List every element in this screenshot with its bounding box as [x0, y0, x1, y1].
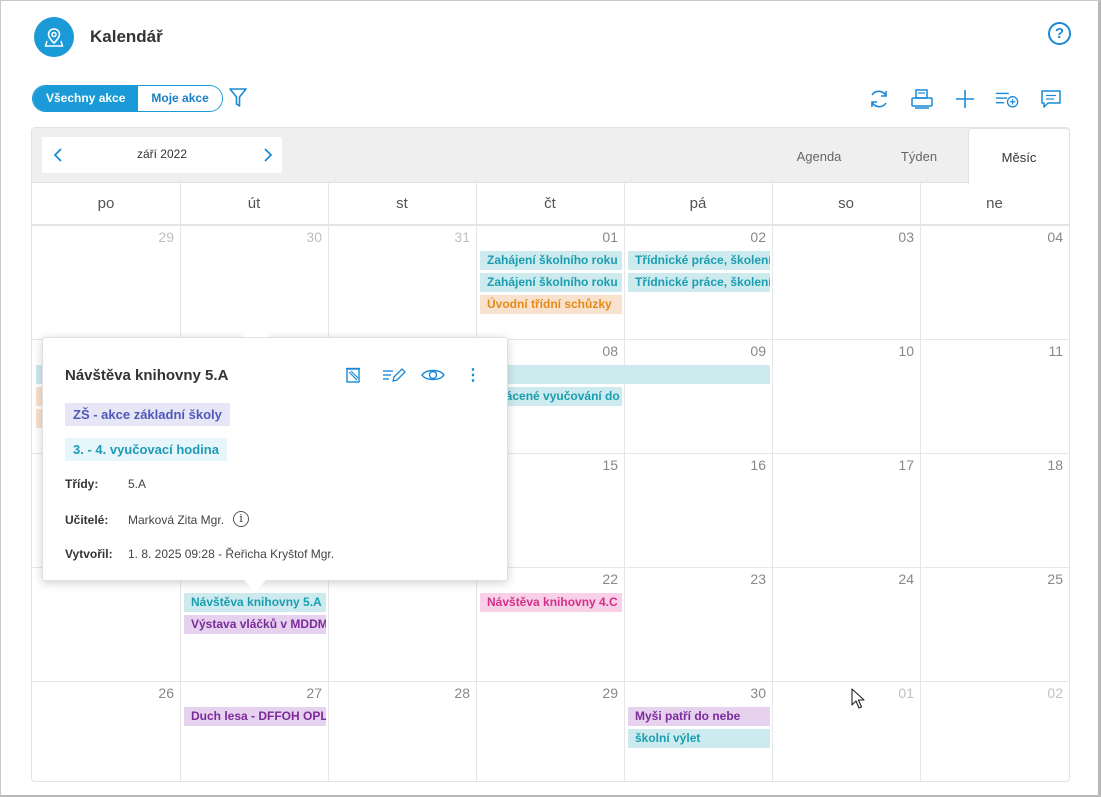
weekday-header: ne — [920, 183, 1069, 225]
weekday-header: po — [32, 183, 180, 225]
tab-month[interactable]: Měsíc — [968, 128, 1070, 184]
created-label: Vytvořil: — [65, 547, 113, 561]
day-number[interactable]: 08 — [588, 343, 618, 359]
tab-week[interactable]: Týden — [869, 128, 969, 183]
event-time-tag: 3. - 4. vyučovací hodina — [65, 438, 227, 461]
teachers-label: Učitelé: — [65, 513, 109, 527]
day-number[interactable]: 30 — [736, 685, 766, 701]
weekday-header: pá — [624, 183, 772, 225]
month-label: září 2022 — [136, 147, 188, 161]
event-title: Návštěva knihovny 5.A — [65, 367, 229, 384]
grid-line — [772, 183, 773, 781]
teachers-value: Marková Zita Mgr. — [128, 513, 225, 527]
event-scope-toggle: Všechny akce Moje akce — [32, 85, 223, 112]
popup-pointer — [244, 580, 266, 592]
refresh-icon[interactable] — [866, 86, 892, 112]
calendar-event[interactable]: Úvodní třídní schůzky — [480, 295, 622, 314]
day-number[interactable]: 23 — [736, 571, 766, 587]
classes-label: Třídy: — [65, 477, 99, 491]
day-number[interactable]: 16 — [736, 457, 766, 473]
day-number[interactable]: 02 — [736, 229, 766, 245]
calendar-event[interactable]: Návštěva knihovny 4.C — [480, 593, 622, 612]
page-title: Kalendář — [90, 27, 163, 46]
calendar-event[interactable]: Výstava vláčků v MDDM — [184, 615, 326, 634]
calendar-header: září 2022 Agenda Týden Měsíc — [32, 128, 1070, 184]
chevron-left-icon[interactable] — [50, 146, 68, 164]
grid-line — [32, 681, 1069, 682]
day-number[interactable]: 17 — [884, 457, 914, 473]
day-number[interactable]: 03 — [884, 229, 914, 245]
popup-pointer — [242, 321, 270, 337]
tab-agenda[interactable]: Agenda — [769, 128, 869, 183]
grid-line — [920, 183, 921, 781]
calendar-event[interactable]: školní výlet — [628, 729, 770, 748]
all-events-button[interactable]: Všechny akce — [33, 86, 139, 111]
event-type-tag: ZŠ - akce základní školy — [65, 403, 230, 426]
map-pin-icon — [34, 17, 74, 57]
calendar-event[interactable]: Návštěva knihovny 5.A — [184, 593, 326, 612]
grid-line — [624, 183, 625, 781]
day-number[interactable]: 26 — [144, 685, 174, 701]
day-number[interactable]: 24 — [884, 571, 914, 587]
day-number[interactable]: 11 — [1033, 343, 1063, 359]
chevron-right-icon[interactable] — [258, 146, 276, 164]
calendar-event[interactable]: Duch lesa - DFFOH OPL — [184, 707, 326, 726]
day-number[interactable]: 22 — [588, 571, 618, 587]
grid-line — [32, 225, 1069, 226]
weekday-header: út — [180, 183, 328, 225]
day-number[interactable]: 25 — [1033, 571, 1063, 587]
my-events-button[interactable]: Moje akce — [138, 86, 222, 111]
day-number[interactable]: 04 — [1033, 229, 1063, 245]
day-number[interactable]: 15 — [588, 457, 618, 473]
day-number[interactable]: 29 — [144, 229, 174, 245]
calendar-event[interactable]: Zahájení školního roku — [480, 251, 622, 270]
day-number[interactable]: 31 — [440, 229, 470, 245]
calendar-event[interactable]: Třídnické práce, školení — [628, 273, 770, 292]
month-navigator: září 2022 — [42, 137, 282, 173]
day-number[interactable]: 01 — [884, 685, 914, 701]
info-icon[interactable]: i — [233, 511, 249, 527]
cancel-event-icon[interactable] — [341, 364, 365, 386]
mouse-cursor-icon — [851, 688, 865, 715]
day-number[interactable]: 01 — [588, 229, 618, 245]
calendar-event[interactable]: Třídnické práce, školení — [628, 251, 770, 270]
day-number[interactable]: 28 — [440, 685, 470, 701]
day-number[interactable]: 29 — [588, 685, 618, 701]
day-number[interactable]: 02 — [1033, 685, 1063, 701]
event-detail-popup: Návštěva knihovny 5.A ⋮ ZŠ - akce základ… — [42, 337, 508, 581]
day-number[interactable]: 30 — [292, 229, 322, 245]
day-number[interactable]: 10 — [884, 343, 914, 359]
edit-icon[interactable] — [380, 364, 408, 386]
print-icon[interactable] — [909, 86, 935, 112]
created-value: 1. 8. 2025 09:28 - Řeřicha Kryštof Mgr. — [128, 547, 335, 561]
more-icon[interactable]: ⋮ — [461, 364, 485, 386]
classes-value: 5.A — [128, 477, 147, 491]
day-number[interactable]: 18 — [1033, 457, 1063, 473]
calendar-event[interactable]: Zahájení školního roku — [480, 273, 622, 292]
weekday-header: st — [328, 183, 476, 225]
weekday-header: so — [772, 183, 920, 225]
calendar-event[interactable]: Myši patří do nebe — [628, 707, 770, 726]
view-icon[interactable] — [419, 364, 447, 386]
weekday-header: čt — [476, 183, 624, 225]
filter-icon[interactable] — [228, 87, 248, 114]
add-list-icon[interactable] — [994, 86, 1020, 112]
comment-icon[interactable] — [1038, 86, 1064, 112]
day-number[interactable]: 27 — [292, 685, 322, 701]
day-number[interactable]: 09 — [736, 343, 766, 359]
add-icon[interactable] — [952, 86, 978, 112]
help-icon[interactable]: ? — [1048, 22, 1071, 45]
